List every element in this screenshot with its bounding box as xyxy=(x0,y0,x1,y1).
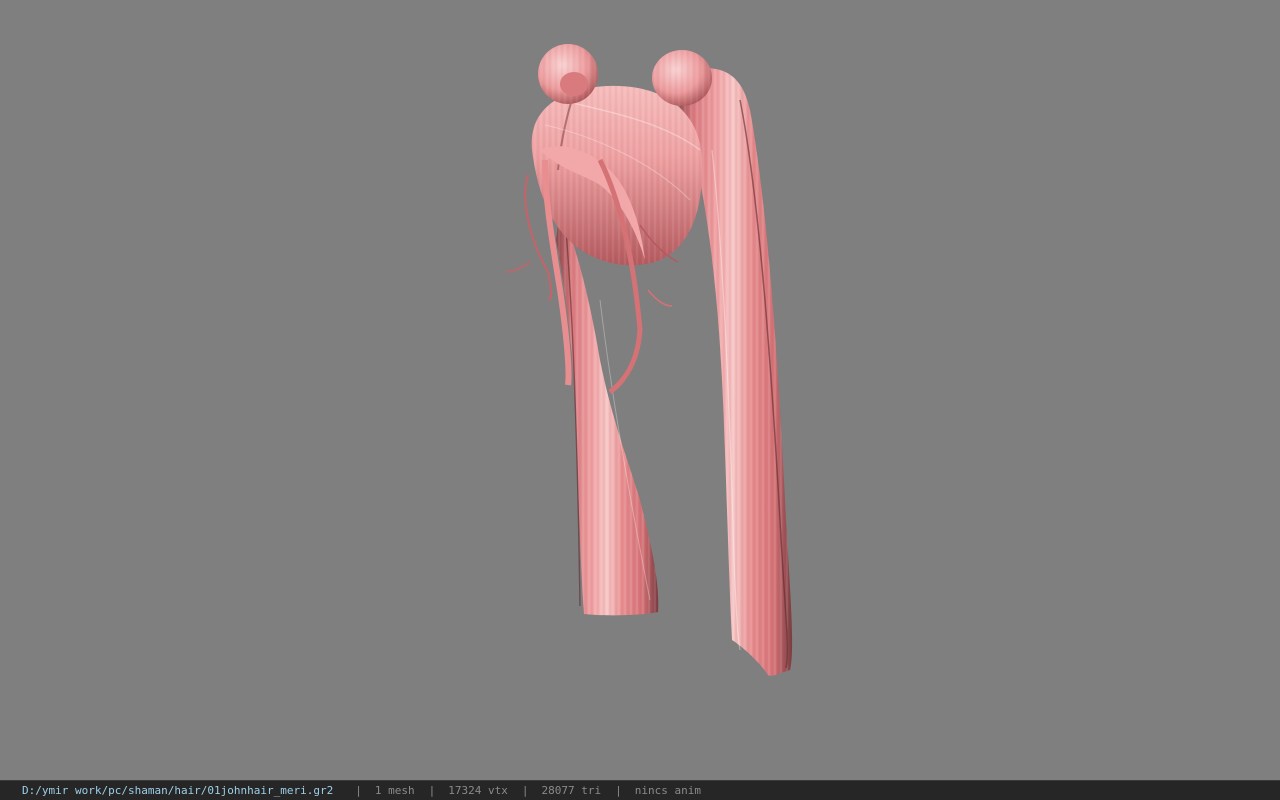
left-bun xyxy=(538,44,598,104)
animation-status: nincs anim xyxy=(634,784,701,797)
left-ponytail xyxy=(556,210,659,616)
status-separator: | xyxy=(521,784,529,797)
vertex-count: 17324 vtx xyxy=(448,784,508,797)
status-bar: D:/ymir work/pc/shaman/hair/01johnhair_m… xyxy=(0,780,1280,800)
status-separator: | xyxy=(355,784,362,797)
status-separator: | xyxy=(428,784,436,797)
triangle-count: 28077 tri xyxy=(541,784,602,797)
hair-model-render xyxy=(505,44,793,676)
right-bun xyxy=(652,50,712,106)
mesh-count: 1 mesh xyxy=(374,784,415,797)
file-path: D:/ymir work/pc/shaman/hair/01johnhair_m… xyxy=(22,784,334,797)
3d-viewport[interactable] xyxy=(0,0,1280,780)
status-separator: | xyxy=(615,784,622,797)
